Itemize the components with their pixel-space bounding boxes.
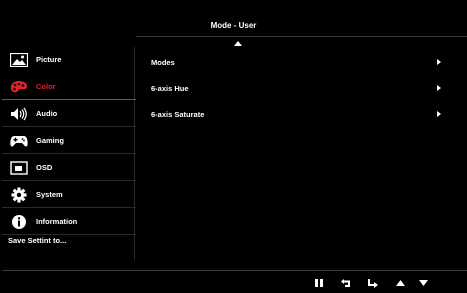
chevron-right-icon: [437, 59, 441, 65]
return-icon[interactable]: [339, 276, 353, 290]
sidebar-item-audio[interactable]: Audio: [2, 101, 136, 127]
palette-icon: [10, 79, 28, 95]
menu-item-label: 6-axis Hue: [151, 83, 189, 93]
osd-window: Mode - User Picture Color Audio Gaming O…: [0, 0, 467, 293]
sidebar-item-system[interactable]: System: [2, 182, 136, 208]
up-icon[interactable]: [393, 276, 407, 290]
sidebar-item-gaming[interactable]: Gaming: [2, 128, 136, 154]
menu-item-label: 6-axis Saturate: [151, 109, 205, 119]
gamepad-icon: [10, 133, 28, 149]
chevron-right-icon: [437, 85, 441, 91]
osd-icon: [10, 160, 28, 176]
picture-icon: [10, 52, 28, 68]
speaker-icon: [10, 106, 28, 122]
down-icon[interactable]: [416, 276, 430, 290]
scroll-up-icon[interactable]: [234, 41, 242, 46]
menu-item-6-axis-hue[interactable]: 6-axis Hue: [151, 81, 441, 95]
bottom-divider: [2, 270, 467, 271]
gear-icon: [10, 187, 28, 203]
sidebar-item-osd[interactable]: OSD: [2, 155, 136, 181]
sidebar-item-label: Gaming: [36, 136, 64, 145]
sidebar-item-picture[interactable]: Picture: [2, 47, 136, 72]
sidebar-item-information[interactable]: Information: [2, 209, 136, 235]
sidebar-item-label: OSD: [36, 163, 53, 172]
sidebar: Picture Color Audio Gaming OSD System In…: [2, 47, 136, 260]
chevron-right-icon: [437, 111, 441, 117]
enter-icon[interactable]: [366, 276, 380, 290]
sidebar-item-label: Color: [36, 82, 56, 91]
menu-item-modes[interactable]: Modes: [151, 55, 441, 69]
title-divider: [136, 36, 467, 37]
save-settings-item[interactable]: Save Settint to...: [8, 236, 66, 245]
page-title: Mode - User: [210, 20, 257, 30]
sidebar-item-label: Picture: [36, 55, 62, 64]
sidebar-item-label: Audio: [36, 109, 58, 118]
sidebar-item-label: System: [36, 190, 63, 199]
key-guide-bar: [0, 276, 467, 290]
menu-item-label: Modes: [151, 57, 175, 67]
info-icon: [10, 214, 28, 230]
sidebar-item-color[interactable]: Color: [2, 74, 136, 100]
pause-icon[interactable]: [312, 276, 326, 290]
menu-item-6-axis-saturate[interactable]: 6-axis Saturate: [151, 107, 441, 121]
sidebar-item-label: Information: [36, 217, 78, 226]
